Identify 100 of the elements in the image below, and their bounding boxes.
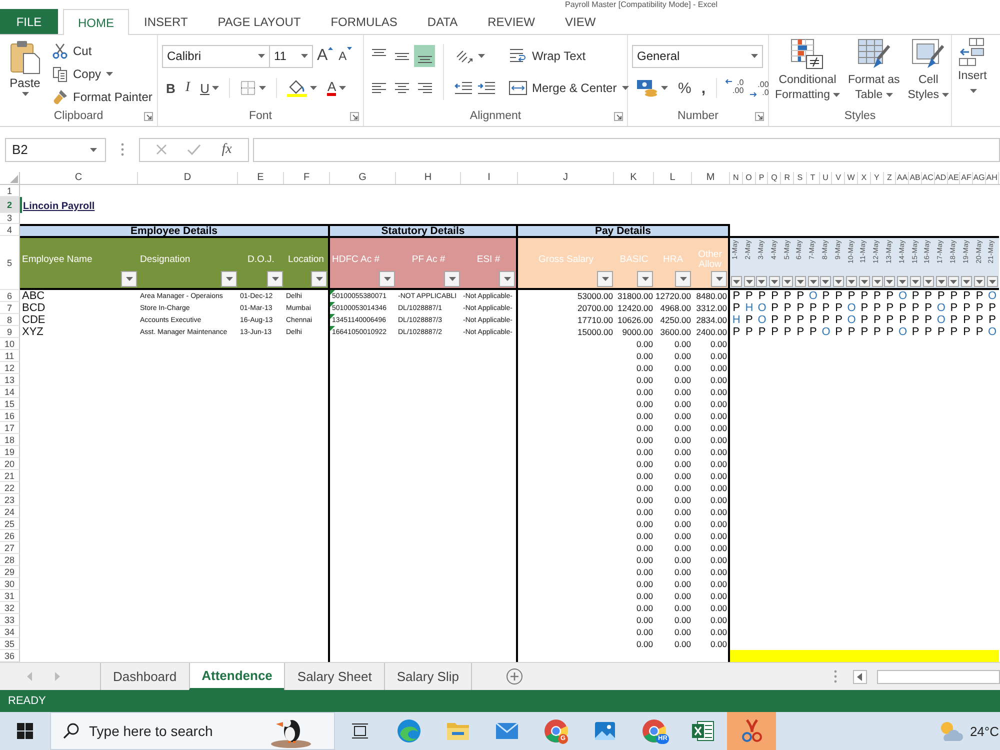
- column-header[interactable]: AH: [986, 172, 999, 184]
- row-header[interactable]: 15: [0, 398, 20, 410]
- filter-dropdown-button[interactable]: [974, 276, 986, 287]
- dialog-launcher-icon[interactable]: [755, 112, 764, 120]
- row-header[interactable]: 3: [0, 213, 20, 224]
- filter-dropdown-button[interactable]: [221, 271, 237, 287]
- column-header[interactable]: C: [20, 172, 138, 184]
- filter-dropdown-button[interactable]: [808, 276, 819, 287]
- insert-cells-button[interactable]: Insert: [956, 38, 989, 99]
- filter-dropdown-button[interactable]: [637, 271, 653, 287]
- row-header[interactable]: 27: [0, 542, 20, 554]
- column-header[interactable]: AA: [896, 172, 910, 184]
- row-header[interactable]: 10: [0, 338, 20, 350]
- filter-dropdown-button[interactable]: [782, 276, 794, 287]
- dialog-launcher-icon[interactable]: [614, 112, 623, 120]
- merge-center-button[interactable]: Merge & Center: [506, 76, 632, 100]
- increase-decimal-button[interactable]: .0 .00: [722, 77, 746, 99]
- column-header[interactable]: O: [742, 172, 756, 184]
- row-header[interactable]: 20: [0, 458, 20, 470]
- filter-dropdown-button[interactable]: [730, 276, 742, 287]
- number-format-field[interactable]: General: [632, 44, 763, 68]
- grow-font-button[interactable]: A: [315, 45, 335, 67]
- row-header[interactable]: 16: [0, 410, 20, 422]
- row-header[interactable]: 12: [0, 362, 20, 374]
- row-header[interactable]: 7: [0, 302, 20, 314]
- paste-button[interactable]: Paste: [4, 38, 46, 98]
- column-header[interactable]: M: [692, 172, 730, 184]
- filter-dropdown-button[interactable]: [897, 276, 908, 287]
- cut-button[interactable]: Cut: [50, 40, 154, 62]
- row-header[interactable]: 33: [0, 614, 20, 626]
- row-header[interactable]: 28: [0, 554, 20, 566]
- dialog-launcher-icon[interactable]: [350, 112, 359, 120]
- column-header[interactable]: AD: [934, 172, 948, 184]
- search-box[interactable]: Type here to search: [50, 712, 335, 750]
- column-header[interactable]: V: [832, 172, 846, 184]
- shrink-font-button[interactable]: A: [336, 45, 354, 67]
- filter-dropdown-button[interactable]: [872, 276, 883, 287]
- file-tab[interactable]: FILE: [0, 9, 58, 34]
- bold-button[interactable]: B: [162, 77, 180, 99]
- row-header[interactable]: 31: [0, 590, 20, 602]
- add-sheet-icon[interactable]: [506, 668, 523, 685]
- row-header[interactable]: 13: [0, 374, 20, 386]
- filter-dropdown-button[interactable]: [820, 276, 832, 287]
- align-bottom-button[interactable]: [414, 45, 435, 67]
- column-header[interactable]: F: [284, 172, 330, 184]
- filter-dropdown-button[interactable]: [833, 276, 844, 287]
- filter-dropdown-button[interactable]: [922, 276, 934, 287]
- row-header[interactable]: 6: [0, 290, 20, 302]
- column-header[interactable]: H: [396, 172, 461, 184]
- row-header[interactable]: 26: [0, 530, 20, 542]
- weather-button[interactable]: 24°C: [938, 712, 1000, 750]
- underline-button[interactable]: U: [196, 77, 224, 99]
- column-header[interactable]: AE: [948, 172, 960, 184]
- filter-dropdown-button[interactable]: [311, 271, 327, 287]
- filter-dropdown-button[interactable]: [936, 276, 947, 287]
- row-header[interactable]: 18: [0, 434, 20, 446]
- filter-dropdown-button[interactable]: [910, 276, 922, 287]
- column-header[interactable]: I: [461, 172, 518, 184]
- column-header[interactable]: AC: [922, 172, 935, 184]
- wrap-text-button[interactable]: Wrap Text: [506, 44, 589, 68]
- column-header[interactable]: AG: [973, 172, 986, 184]
- column-header[interactable]: R: [781, 172, 794, 184]
- conditional-formatting-button[interactable]: Conditional Formatting: [773, 38, 842, 103]
- ribbon-tab[interactable]: FORMULAS: [316, 9, 412, 34]
- column-header[interactable]: AB: [909, 172, 922, 184]
- comma-style-button[interactable]: ,: [697, 77, 710, 99]
- row-header[interactable]: 9: [0, 326, 20, 338]
- format-as-table-button[interactable]: Format as Table: [846, 38, 902, 103]
- scrollbar-thumb[interactable]: [877, 670, 1000, 684]
- filter-dropdown-button[interactable]: [769, 276, 780, 287]
- ribbon-tab[interactable]: INSERT: [129, 9, 203, 34]
- column-header[interactable]: P: [756, 172, 768, 184]
- dialog-launcher-icon[interactable]: [144, 112, 153, 120]
- row-header[interactable]: 23: [0, 494, 20, 506]
- row-header[interactable]: 8: [0, 314, 20, 326]
- row-header[interactable]: 32: [0, 602, 20, 614]
- row-header[interactable]: 11: [0, 350, 20, 362]
- column-header[interactable]: S: [794, 172, 807, 184]
- filter-dropdown-button[interactable]: [961, 276, 972, 287]
- filter-dropdown-button[interactable]: [121, 271, 137, 287]
- filter-dropdown-button[interactable]: [884, 276, 896, 287]
- filter-dropdown-button[interactable]: [675, 271, 691, 287]
- scroll-left-icon[interactable]: [853, 670, 867, 684]
- italic-button[interactable]: I: [181, 77, 194, 99]
- row-header[interactable]: 30: [0, 578, 20, 590]
- decrease-decimal-button[interactable]: .00 .0: [748, 77, 771, 99]
- percent-button[interactable]: %: [674, 77, 696, 99]
- filter-dropdown-button[interactable]: [756, 276, 768, 287]
- sheet-tab[interactable]: Attendence: [188, 663, 284, 690]
- filter-dropdown-button[interactable]: [711, 271, 727, 287]
- ribbon-tab[interactable]: VIEW: [550, 9, 611, 34]
- column-header[interactable]: AF: [960, 172, 974, 184]
- row-header[interactable]: 21: [0, 470, 20, 482]
- row-header[interactable]: 19: [0, 446, 20, 458]
- column-header[interactable]: Z: [884, 172, 896, 184]
- filter-dropdown-button[interactable]: [267, 271, 283, 287]
- filter-dropdown-button[interactable]: [846, 276, 858, 287]
- row-header[interactable]: 22: [0, 482, 20, 494]
- row-header[interactable]: 2: [0, 197, 20, 213]
- column-header[interactable]: Y: [870, 172, 884, 184]
